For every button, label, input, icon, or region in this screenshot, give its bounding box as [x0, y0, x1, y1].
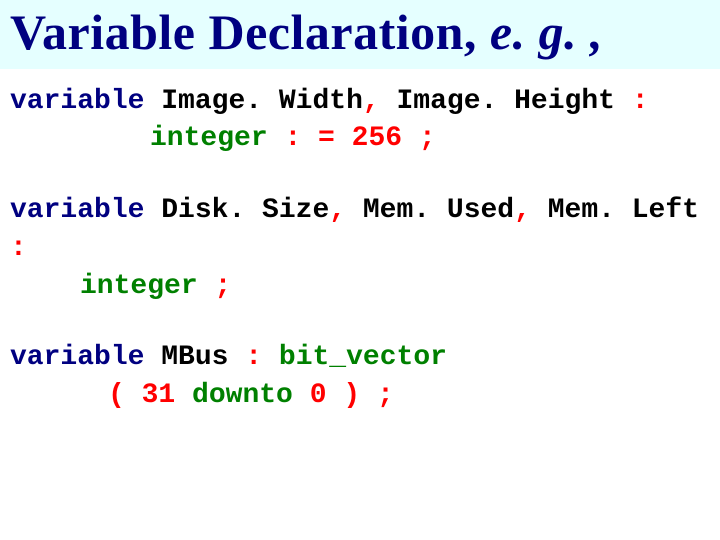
code-block-3: variable MBus : bit_vector ( 31 downto 0…: [10, 339, 710, 415]
code-area: variable Image. Width, Image. Height : i…: [0, 69, 720, 416]
semicolon: ;: [419, 123, 436, 154]
identifier: Image. Height: [396, 86, 614, 117]
keyword-integer: integer: [80, 271, 198, 302]
identifier: MBus: [161, 342, 228, 373]
keyword-bitvector: bit_vector: [279, 342, 447, 373]
slide-title: Variable Declaration, e. g. ,: [10, 6, 710, 59]
code-line: variable Disk. Size, Mem. Used, Mem. Lef…: [10, 192, 710, 268]
number-literal: 0: [310, 380, 327, 411]
number-literal: 31: [142, 380, 176, 411]
semicolon: ;: [377, 380, 394, 411]
code-line: integer ;: [10, 268, 710, 306]
identifier: Image. Width: [161, 86, 363, 117]
code-line: integer : = 256 ;: [10, 120, 710, 158]
title-eg: e. g. ,: [490, 4, 603, 60]
semicolon: ;: [214, 271, 231, 302]
code-line: variable MBus : bit_vector: [10, 339, 710, 377]
keyword-variable: variable: [10, 342, 144, 373]
comma: ,: [514, 195, 548, 226]
paren-open: (: [108, 380, 125, 411]
colon: :: [10, 233, 27, 264]
comma: ,: [329, 195, 363, 226]
colon: :: [632, 86, 649, 117]
code-block-2: variable Disk. Size, Mem. Used, Mem. Lef…: [10, 192, 710, 305]
code-block-1: variable Image. Width, Image. Height : i…: [10, 83, 710, 159]
keyword-downto: downto: [192, 380, 293, 411]
identifier: Mem. Left: [548, 195, 699, 226]
code-line: ( 31 downto 0 ) ;: [10, 377, 710, 415]
identifier: Mem. Used: [363, 195, 514, 226]
paren-close: ): [343, 380, 360, 411]
slide: Variable Declaration, e. g. , variable I…: [0, 0, 720, 540]
keyword-variable: variable: [10, 86, 144, 117]
title-main: Variable Declaration,: [10, 4, 490, 60]
code-line: variable Image. Width, Image. Height :: [10, 83, 710, 121]
identifier: Disk. Size: [161, 195, 329, 226]
comma: ,: [363, 86, 397, 117]
keyword-integer: integer: [150, 123, 268, 154]
title-band: Variable Declaration, e. g. ,: [0, 0, 720, 69]
number-literal: 256: [352, 123, 402, 154]
colon: :: [245, 342, 262, 373]
keyword-variable: variable: [10, 195, 144, 226]
assign: : =: [284, 123, 334, 154]
